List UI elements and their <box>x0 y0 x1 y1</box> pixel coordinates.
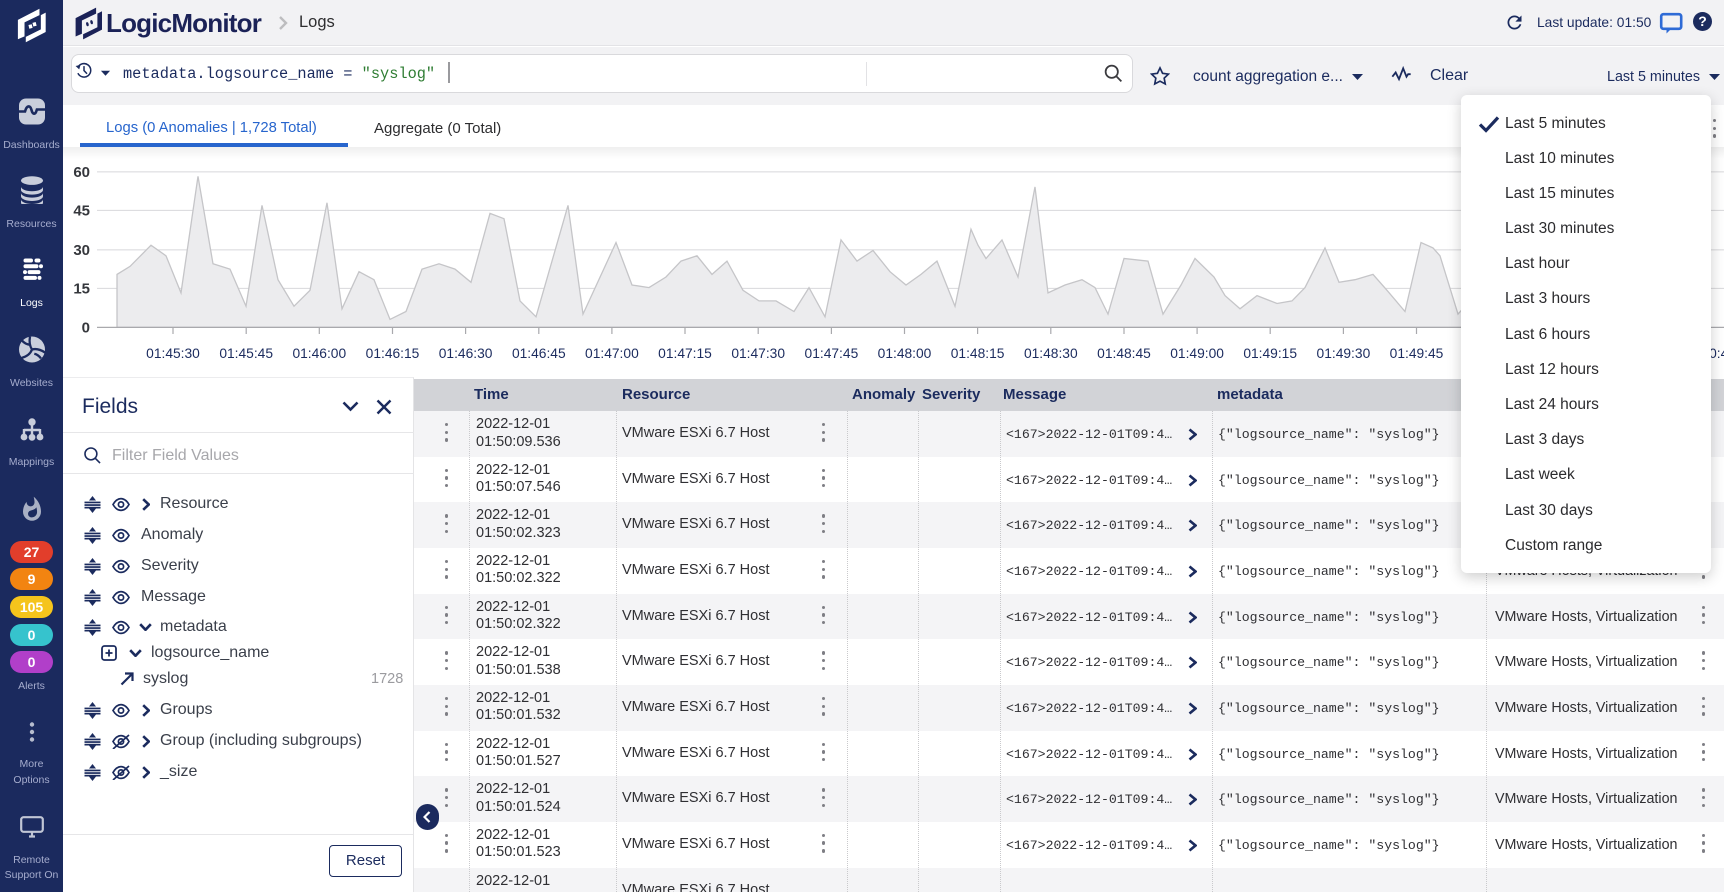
svg-text:01:47:00: 01:47:00 <box>585 346 639 361</box>
svg-text:01:47:30: 01:47:30 <box>731 346 785 361</box>
svg-text:0: 0 <box>82 320 90 337</box>
svg-text:01:46:45: 01:46:45 <box>512 346 566 361</box>
svg-text:01:48:45: 01:48:45 <box>1097 346 1151 361</box>
svg-text:01:48:15: 01:48:15 <box>951 346 1005 361</box>
svg-text:01:46:15: 01:46:15 <box>366 346 420 361</box>
svg-text:15: 15 <box>73 281 90 298</box>
svg-text:01:49:30: 01:49:30 <box>1317 346 1371 361</box>
svg-text:01:48:00: 01:48:00 <box>878 346 932 361</box>
svg-text:01:46:30: 01:46:30 <box>439 346 493 361</box>
svg-text:01:47:15: 01:47:15 <box>658 346 712 361</box>
svg-text:01:49:15: 01:49:15 <box>1243 346 1297 361</box>
svg-text:01:45:45: 01:45:45 <box>219 346 273 361</box>
svg-text:01:47:45: 01:47:45 <box>805 346 859 361</box>
svg-text:30: 30 <box>73 242 90 259</box>
svg-text:45: 45 <box>73 203 90 220</box>
svg-text:01:49:00: 01:49:00 <box>1170 346 1224 361</box>
svg-text:01:46:00: 01:46:00 <box>292 346 346 361</box>
svg-text:01:45:30: 01:45:30 <box>146 346 200 361</box>
svg-text:01:49:45: 01:49:45 <box>1390 346 1444 361</box>
svg-text:01:48:30: 01:48:30 <box>1024 346 1078 361</box>
svg-text:60: 60 <box>73 164 90 181</box>
